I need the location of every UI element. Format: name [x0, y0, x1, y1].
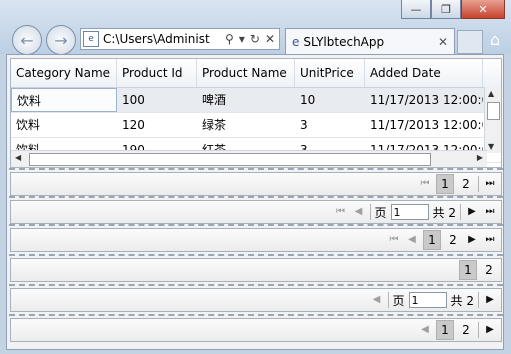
app-content: Category Name Product Id Product Name Un…	[6, 54, 504, 350]
next-page-icon[interactable]: ▶	[483, 322, 497, 338]
first-page-icon[interactable]: ⏮	[418, 176, 432, 192]
pager-2: ⏮ ◀ 页 1 共 2 ▶ ⏭	[9, 196, 503, 224]
pager-3: ⏮ ◀ 1 2 ▶ ⏭	[9, 224, 503, 252]
pager-1: ⏮ 1 2 ⏭	[9, 168, 503, 196]
pager-6: ◀ 1 2 ▶	[9, 314, 503, 342]
data-grid: Category Name Product Id Product Name Un…	[10, 58, 502, 168]
minimize-button[interactable]: —	[401, 0, 431, 19]
stop-icon[interactable]: ✕	[265, 32, 275, 46]
tab-page-icon: e	[292, 34, 300, 49]
address-bar[interactable]: e C:\Users\Administ ⚲ ▾ ↻ ✕	[80, 28, 280, 50]
tab-close-icon[interactable]: ✕	[438, 35, 448, 49]
browser-chrome: — ❐ ✕ ← → e C:\Users\Administ ⚲ ▾ ↻ ✕ e …	[0, 0, 511, 55]
page-input[interactable]: 1	[408, 292, 447, 308]
divider	[369, 204, 371, 220]
window-controls: — ❐ ✕	[401, 0, 505, 19]
divider	[460, 204, 461, 220]
pager-5: ◀ 页 1 共 2 ▶	[9, 284, 503, 312]
total-pages-label: 共 2	[432, 205, 456, 220]
prev-page-icon[interactable]: ◀	[352, 204, 366, 220]
page-label: 页	[374, 205, 387, 220]
browser-tab[interactable]: e SLYlbtechApp ✕	[285, 28, 455, 54]
page-input[interactable]: 1	[390, 204, 429, 220]
column-header[interactable]: Category Name	[11, 59, 117, 87]
page-number-current[interactable]: 1	[459, 260, 477, 280]
prev-page-icon[interactable]: ◀	[370, 292, 384, 308]
page-number[interactable]: 2	[445, 231, 461, 249]
first-page-icon[interactable]: ⏮	[387, 232, 401, 248]
home-icon[interactable]: ⌂	[490, 30, 510, 50]
divider	[478, 292, 479, 308]
page-icon: e	[83, 31, 99, 47]
page-number-current[interactable]: 1	[436, 174, 454, 194]
column-header[interactable]: Added Date	[365, 59, 483, 87]
close-window-button[interactable]: ✕	[461, 0, 505, 19]
scroll-thumb[interactable]	[29, 153, 431, 166]
horizontal-scrollbar[interactable]: ◀ ▶	[11, 150, 487, 167]
back-button[interactable]: ←	[12, 25, 42, 55]
grid-header: Category Name Product Id Product Name Un…	[11, 59, 501, 88]
restore-button[interactable]: ❐	[431, 0, 461, 19]
prev-page-icon[interactable]: ◀	[405, 232, 419, 248]
table-cell[interactable]: 11/17/2013 12:00:0	[365, 88, 483, 112]
divider	[387, 292, 389, 308]
prev-page-icon[interactable]: ◀	[418, 322, 432, 338]
table-cell[interactable]: 饮料	[11, 113, 117, 137]
forward-button[interactable]: →	[46, 25, 76, 55]
table-cell[interactable]: 100	[117, 88, 197, 112]
divider	[478, 322, 479, 338]
last-page-icon[interactable]: ⏭	[483, 204, 497, 220]
refresh-icon[interactable]: ↻	[250, 32, 260, 46]
dropdown-icon[interactable]: ▾	[239, 32, 245, 46]
scroll-down-icon[interactable]: ▼	[488, 142, 494, 151]
table-row[interactable]: 饮料 100 啤酒 10 11/17/2013 12:00:0	[11, 88, 501, 113]
page-number-current[interactable]: 1	[436, 320, 454, 340]
forward-arrow-icon: →	[54, 30, 68, 50]
next-page-icon[interactable]: ▶	[483, 292, 497, 308]
first-page-icon[interactable]: ⏮	[334, 204, 348, 220]
table-cell[interactable]: 3	[295, 113, 365, 137]
column-header[interactable]: Product Id	[117, 59, 197, 87]
scroll-left-icon[interactable]: ◀	[15, 153, 21, 162]
address-text[interactable]: C:\Users\Administ	[103, 32, 225, 46]
new-tab-button[interactable]	[457, 30, 483, 54]
table-cell[interactable]: 啤酒	[197, 88, 295, 112]
page-number-current[interactable]: 1	[423, 230, 441, 250]
table-cell[interactable]: 120	[117, 113, 197, 137]
back-arrow-icon: ←	[20, 30, 34, 50]
column-header[interactable]: Product Name	[197, 59, 295, 87]
vertical-scrollbar[interactable]: ▲ ▼	[484, 87, 501, 153]
last-page-icon[interactable]: ⏭	[483, 232, 497, 248]
tab-title: SLYlbtechApp	[303, 34, 385, 49]
table-cell[interactable]: 10	[295, 88, 365, 112]
total-pages-label: 共 2	[450, 293, 474, 308]
page-label: 页	[392, 293, 405, 308]
pager-4: 1 2	[9, 254, 503, 282]
scroll-thumb[interactable]	[487, 102, 500, 120]
page-number[interactable]: 2	[481, 261, 497, 279]
divider	[478, 176, 479, 192]
next-page-icon[interactable]: ▶	[465, 232, 479, 248]
page-number[interactable]: 2	[458, 175, 474, 193]
table-row[interactable]: 饮料 120 绿茶 3 11/17/2013 12:00:0	[11, 113, 501, 138]
last-page-icon[interactable]: ⏭	[483, 176, 497, 192]
scroll-up-icon[interactable]: ▲	[488, 89, 494, 98]
next-page-icon[interactable]: ▶	[465, 204, 479, 220]
column-header[interactable]: UnitPrice	[295, 59, 365, 87]
scroll-right-icon[interactable]: ▶	[477, 153, 483, 162]
table-cell[interactable]: 绿茶	[197, 113, 295, 137]
table-cell[interactable]: 11/17/2013 12:00:0	[365, 113, 483, 137]
search-icon[interactable]: ⚲	[225, 32, 234, 46]
table-cell[interactable]: 饮料	[11, 88, 117, 112]
page-number[interactable]: 2	[458, 321, 474, 339]
